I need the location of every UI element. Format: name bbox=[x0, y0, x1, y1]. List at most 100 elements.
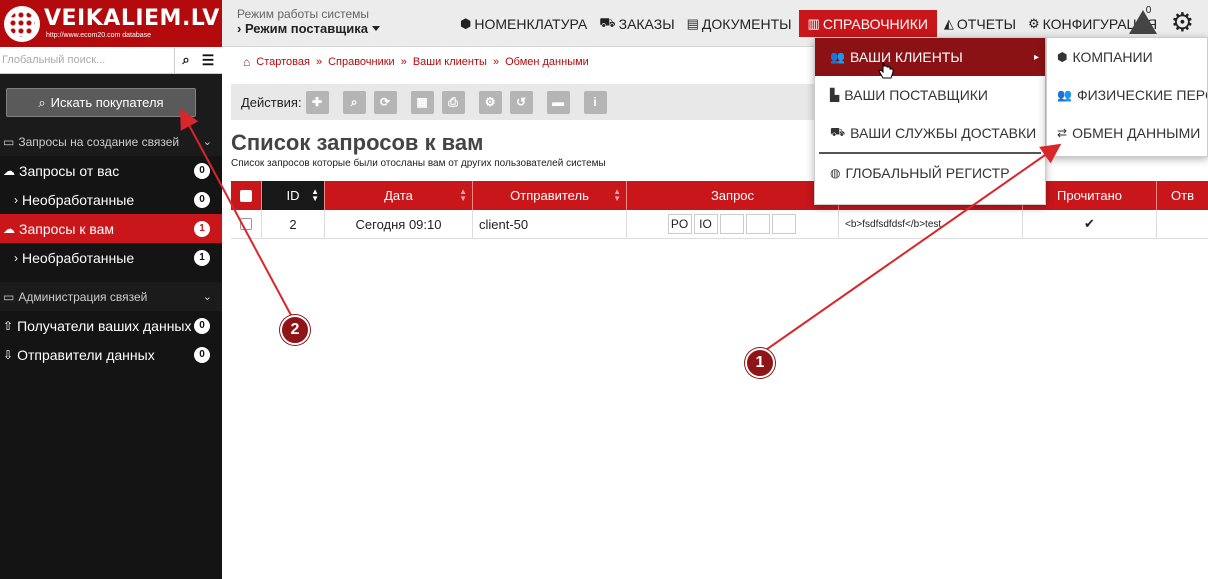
sidebar-item-data-recipients[interactable]: ⇧ Получатели ваших данных 0 bbox=[0, 311, 222, 340]
add-button[interactable]: ✚ bbox=[305, 90, 329, 114]
info-button[interactable]: i bbox=[583, 90, 607, 114]
section-link-requests[interactable]: ▭ Запросы на создание связей ⌄ bbox=[0, 127, 222, 156]
count-badge: 1 bbox=[194, 220, 210, 237]
gears-icon: ⚙ bbox=[1027, 15, 1040, 31]
column-date[interactable]: Дата ▲ ▼ bbox=[325, 181, 473, 210]
breadcrumb-data-exchange[interactable]: Обмен данными bbox=[505, 56, 589, 68]
column-id[interactable]: ID ▲ ▼ bbox=[262, 181, 325, 210]
breadcrumb: ⌂ Стартовая » Справочники » Ваши клиенты… bbox=[243, 55, 589, 69]
logo[interactable]: VEIKALIEM.LV http://www.ecom20.com datab… bbox=[0, 0, 222, 47]
count-badge: 0 bbox=[194, 191, 210, 208]
logo-mark-icon bbox=[4, 5, 40, 42]
submenu-item-individuals[interactable]: 👥 ФИЗИЧЕСКИЕ ПЕРСОНЫ bbox=[1047, 76, 1207, 114]
document-icon: ▤ bbox=[686, 15, 699, 31]
mode-selector[interactable]: Режим работы системы › Режим поставщика bbox=[237, 7, 380, 37]
hand-cursor-icon bbox=[878, 62, 894, 79]
menu-item-your-clients[interactable]: 👥 ВАШИ КЛИЕНТЫ ▸ bbox=[815, 38, 1045, 76]
page-description: Список запросов которые были отосланы ва… bbox=[231, 158, 606, 169]
sidebar-item-requests-from-you[interactable]: ☁ Запросы от вас 0 bbox=[0, 156, 222, 185]
find-buyer-button[interactable]: ⌕ Искать покупателя bbox=[6, 88, 196, 117]
caret-down-icon bbox=[371, 26, 380, 32]
select-all-checkbox[interactable] bbox=[240, 189, 252, 202]
nav-orders[interactable]: ⛟ ЗАКАЗЫ bbox=[594, 10, 679, 37]
exchange-icon: ⇄ bbox=[1057, 126, 1068, 140]
count-badge: 0 bbox=[194, 317, 210, 334]
submenu-item-companies[interactable]: ⬢ КОМПАНИИ bbox=[1047, 38, 1207, 76]
sidebar-item-requests-to-you[interactable]: ☁ Запросы к вам 1 bbox=[0, 214, 222, 243]
nav-documents[interactable]: ▤ ДОКУМЕНТЫ bbox=[682, 10, 797, 37]
sidebar-item-data-senders[interactable]: ⇩ Отправители данных 0 bbox=[0, 340, 222, 369]
clients-submenu: ⬢ КОМПАНИИ 👥 ФИЗИЧЕСКИЕ ПЕРСОНЫ ⇄ ОБМЕН … bbox=[1046, 37, 1208, 157]
users-icon: 👥 bbox=[830, 50, 845, 64]
logo-subtitle: http://www.ecom20.com database bbox=[46, 32, 152, 39]
breadcrumb-directories[interactable]: Справочники bbox=[328, 56, 395, 68]
nav-nomenclature[interactable]: ⬢ НОМЕНКЛАТУРА bbox=[455, 10, 592, 37]
actions-toolbar: Действия: ✚ ⌕ ⟳ ▦ ⎙ ⚙ ↺ ▬ i bbox=[231, 84, 818, 120]
search-button[interactable]: ⌕ bbox=[342, 90, 366, 114]
print-button[interactable]: ⎙ bbox=[441, 90, 465, 114]
select-all-checkbox-cell[interactable] bbox=[231, 181, 262, 210]
sidebar: ⌕ ☰ ⌕ Искать покупателя ▭ Запросы на соз… bbox=[0, 47, 222, 579]
download-icon: ⇩ bbox=[3, 347, 14, 362]
global-search-input[interactable] bbox=[0, 47, 175, 73]
column-reply[interactable]: Отв bbox=[1157, 181, 1208, 210]
sidebar-item-unprocessed-outgoing[interactable]: › Необработанные 0 bbox=[0, 185, 222, 214]
annotation-marker-1: 1 bbox=[745, 348, 775, 378]
sort-icon: ▲ ▼ bbox=[613, 187, 621, 203]
book-icon: ▥ bbox=[807, 15, 820, 31]
table-row[interactable]: 2 Сегодня 09:10 client-50 PO IO <b>fsdfs… bbox=[231, 210, 1208, 239]
home-icon[interactable]: ⌂ bbox=[243, 55, 250, 69]
cubes-icon: ⬢ bbox=[460, 15, 472, 31]
chevron-down-icon: ⌄ bbox=[202, 136, 212, 148]
annotation-marker-2: 2 bbox=[280, 315, 310, 345]
refresh-button[interactable]: ⟳ bbox=[373, 90, 397, 114]
cell-request: PO IO bbox=[627, 210, 839, 238]
submenu-item-data-exchange[interactable]: ⇄ ОБМЕН ДАННЫМИ bbox=[1047, 114, 1207, 152]
nav-directories[interactable]: ▥ СПРАВОЧНИКИ bbox=[798, 10, 937, 37]
search-icon[interactable]: ⌕ bbox=[175, 52, 197, 68]
count-badge: 0 bbox=[194, 346, 210, 363]
cloud-upload-icon: ☁ bbox=[3, 163, 15, 178]
sidebar-item-unprocessed-incoming[interactable]: › Необработанные 1 bbox=[0, 243, 222, 272]
column-request[interactable]: Запрос bbox=[627, 181, 839, 210]
count-badge: 0 bbox=[194, 162, 210, 179]
section-link-admin[interactable]: ▭ Администрация связей ⌄ bbox=[0, 282, 222, 311]
page-title: Список запросов к вам bbox=[231, 130, 484, 155]
search-icon: ⌕ bbox=[38, 94, 46, 110]
cell-reply bbox=[1157, 210, 1208, 238]
menu-item-global-register[interactable]: ◍ ГЛОБАЛЬНЫЙ РЕГИСТР bbox=[815, 154, 1045, 192]
chevron-down-icon: ⌄ bbox=[202, 291, 212, 303]
mode-value[interactable]: › Режим поставщика bbox=[237, 21, 380, 37]
table-header: ID ▲ ▼ Дата ▲ ▼ Отправитель ▲ ▼ Запрос Прочита… bbox=[231, 181, 1208, 210]
request-po-tag: PO bbox=[667, 214, 692, 234]
settings-gear-icon[interactable]: ⚙ bbox=[1171, 9, 1194, 35]
notifications-warning-icon[interactable]: 0 bbox=[1127, 5, 1159, 38]
breadcrumb-clients[interactable]: Ваши клиенты bbox=[413, 56, 487, 68]
row-checkbox[interactable] bbox=[240, 218, 252, 230]
requests-table: ID ▲ ▼ Дата ▲ ▼ Отправитель ▲ ▼ Запрос Прочита… bbox=[231, 181, 1208, 239]
settings-button[interactable]: ⚙ bbox=[478, 90, 502, 114]
upload-icon: ⇧ bbox=[3, 318, 14, 333]
delete-button[interactable]: ▬ bbox=[546, 90, 570, 114]
global-search: ⌕ ☰ bbox=[0, 47, 222, 74]
menu-item-your-suppliers[interactable]: ▙ ВАШИ ПОСТАВЩИКИ bbox=[815, 76, 1045, 114]
export-excel-button[interactable]: ▦ bbox=[410, 90, 434, 114]
menu-item-delivery-services[interactable]: ⛟ ВАШИ СЛУЖБЫ ДОСТАВКИ bbox=[815, 114, 1045, 152]
chevron-right-icon: › bbox=[14, 192, 18, 207]
count-badge: 1 bbox=[194, 249, 210, 266]
column-sender[interactable]: Отправитель ▲ ▼ bbox=[473, 181, 627, 210]
logo-title: VEIKALIEM.LV bbox=[44, 6, 220, 31]
folder-open-icon: ▭ bbox=[3, 134, 15, 149]
cell-id: 2 bbox=[262, 210, 325, 238]
mode-label: Режим работы системы bbox=[237, 7, 370, 21]
breadcrumb-start[interactable]: Стартовая bbox=[256, 56, 310, 68]
cell-message: <b>fsdfsdfdsf</b>test bbox=[839, 210, 1023, 238]
directories-dropdown: 👥 ВАШИ КЛИЕНТЫ ▸ ▙ ВАШИ ПОСТАВЩИКИ ⛟ ВАШ… bbox=[814, 37, 1046, 205]
basket-icon: ⛟ bbox=[599, 14, 616, 30]
sort-icon: ▲ ▼ bbox=[459, 187, 467, 203]
request-io-tag: IO bbox=[693, 214, 718, 234]
nav-reports[interactable]: ◭ ОТЧЕТЫ bbox=[939, 10, 1021, 37]
cloud-download-icon: ☁ bbox=[3, 221, 15, 236]
history-button[interactable]: ↺ bbox=[509, 90, 533, 114]
hamburger-menu-icon[interactable]: ☰ bbox=[197, 52, 219, 69]
